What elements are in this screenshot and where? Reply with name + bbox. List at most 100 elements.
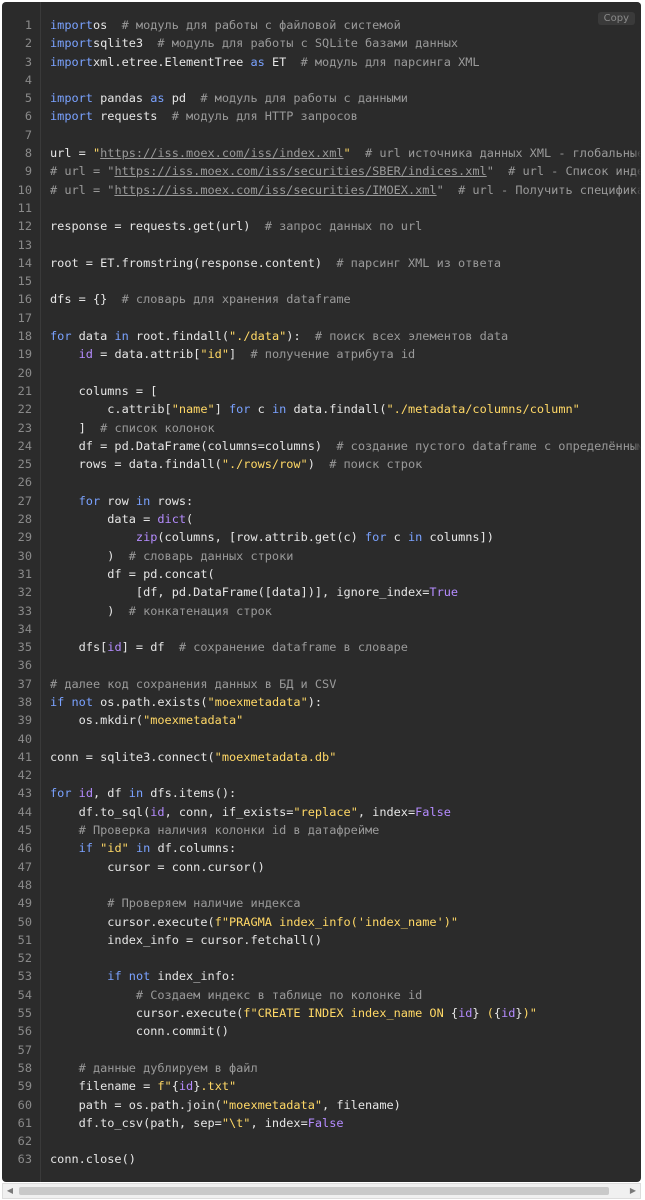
code-token: "./metadata/columns/column" xyxy=(386,402,580,417)
code-token: { xyxy=(450,1006,459,1021)
code-text: ] # список колонок xyxy=(50,419,215,437)
line-number: 60 xyxy=(17,1097,32,1112)
code-token: " # url - Список индексов xyxy=(486,164,641,179)
code-token: cursor.execute( xyxy=(50,914,215,929)
code-token: import xyxy=(50,109,93,124)
line-number: 57 xyxy=(17,1042,32,1057)
code-token: # Проверка наличия колонки id в датафрей… xyxy=(78,823,380,838)
code-token: ( xyxy=(479,1006,494,1021)
code-token: df.to_csv(path, sep= xyxy=(50,1115,222,1130)
code-token: )" xyxy=(522,1006,537,1021)
code-token[interactable]: https://iss.moex.com/iss/securities/IMOE… xyxy=(114,183,436,197)
code-text: conn.commit() xyxy=(50,1022,229,1040)
code-text: id = data.attrib["id"] # получение атриб… xyxy=(50,345,416,363)
line-number: 55 xyxy=(17,1006,32,1021)
code-text: ) # конкатенация строк xyxy=(50,602,272,620)
code-token: data.findall( xyxy=(286,402,387,417)
code-lines: 1 importos # модуль для работы с файловой… xyxy=(2,16,641,1169)
code-token: "moexmetadata" xyxy=(207,694,308,709)
code-token: # словарь для хранения dataframe xyxy=(121,292,351,307)
code-token: conn.commit() xyxy=(50,1024,229,1039)
code-token: if xyxy=(107,969,122,984)
line-number: 23 xyxy=(17,420,32,435)
code-line: 15 xyxy=(2,272,641,290)
line-number: 37 xyxy=(17,676,32,691)
code-token: ): xyxy=(286,329,315,344)
line-number: 10 xyxy=(17,182,32,197)
code-token: ] xyxy=(50,420,101,435)
code-text: import pandas as pd # модуль для работы … xyxy=(50,89,408,107)
code-text: conn = sqlite3.connect("moexmetadata.db" xyxy=(50,748,336,766)
code-token: "./data" xyxy=(229,329,287,344)
code-text: dfs = {} # словарь для хранения datafram… xyxy=(50,290,351,308)
line-number: 43 xyxy=(17,786,32,801)
code-line: 37 # далее код сохранения данных в БД и C… xyxy=(2,675,641,693)
code-token: "moexmetadata" xyxy=(143,713,244,728)
line-number: 53 xyxy=(17,969,32,984)
code-line: 22 c.attrib["name"] for c in data.findal… xyxy=(2,400,641,418)
code-token: root.findall( xyxy=(128,329,229,344)
code-token: # url = " xyxy=(50,182,115,197)
code-token: ) xyxy=(50,548,129,563)
line-number: 13 xyxy=(17,237,32,252)
code-token: .txt" xyxy=(200,1079,237,1094)
line-number: 30 xyxy=(17,548,32,563)
code-token: # модуль для работы с SQLite базами данн… xyxy=(157,36,459,51)
code-line: 33 ) # конкатенация строк xyxy=(2,602,641,620)
code-token: "replace" xyxy=(293,804,358,819)
code-token: if xyxy=(78,841,93,856)
code-token: c xyxy=(250,402,272,417)
code-line: 32 [df, pd.DataFrame([data])], ignore_in… xyxy=(2,583,641,601)
line-number: 49 xyxy=(17,896,32,911)
code-token: ) xyxy=(307,457,330,472)
code-text: conn.close() xyxy=(50,1150,136,1168)
code-line: 24 df = pd.DataFrame(columns=columns) # … xyxy=(2,437,641,455)
code-line: 63 conn.close() xyxy=(2,1150,641,1168)
code-token: path = os.path.join( xyxy=(50,1097,222,1112)
code-token[interactable]: https://iss.moex.com/iss/securities/SBER… xyxy=(114,164,486,178)
line-number: 32 xyxy=(17,585,32,600)
horizontal-scrollbar[interactable]: ◀ ▶ xyxy=(2,1183,641,1199)
code-line: 47 cursor = conn.cursor() xyxy=(2,858,641,876)
code-line: 35 dfs[id] = df # сохранение dataframe в… xyxy=(2,638,641,656)
code-token: conn.close() xyxy=(50,1152,136,1167)
code-token: as xyxy=(150,91,165,106)
code-token: , index= xyxy=(250,1115,308,1130)
code-token: True xyxy=(429,585,459,600)
code-line: 53 if not index_info: xyxy=(2,967,641,985)
code-token: cursor.execute( xyxy=(50,1006,244,1021)
code-token: # url = " xyxy=(50,164,115,179)
line-number: 39 xyxy=(17,713,32,728)
code-token: " xyxy=(343,146,351,161)
code-token: for xyxy=(365,530,387,545)
code-line: 28 data = dict( xyxy=(2,510,641,528)
code-token: "name" xyxy=(171,402,215,417)
line-number: 8 xyxy=(24,146,32,161)
code-text: # Создаем индекс в таблице по колонке id xyxy=(50,986,422,1004)
code-line: 14 root = ET.fromstring(response.content)… xyxy=(2,254,641,272)
copy-button[interactable]: Copy xyxy=(597,12,635,25)
scroll-right-icon[interactable]: ▶ xyxy=(628,1186,638,1196)
scrollbar-thumb[interactable] xyxy=(19,1187,609,1195)
code-token: # модуль для работы с данными xyxy=(200,91,408,106)
line-number: 35 xyxy=(17,640,32,655)
line-number: 52 xyxy=(17,951,32,966)
code-token: root = ET.fromstring(response.content) xyxy=(50,255,337,270)
code-line: 34 xyxy=(2,620,641,638)
line-number: 44 xyxy=(17,804,32,819)
code-token: os xyxy=(92,18,108,32)
code-token: { xyxy=(493,1006,502,1021)
line-number: 9 xyxy=(24,164,32,179)
code-line: 56 conn.commit() xyxy=(2,1022,641,1040)
code-text: filename = f"{id}.txt" xyxy=(50,1077,237,1095)
line-number: 42 xyxy=(17,768,32,783)
code-line: 58 # данные дублируем в файл xyxy=(2,1059,641,1077)
scroll-left-icon[interactable]: ◀ xyxy=(5,1186,15,1196)
code-line: 27 for row in rows: xyxy=(2,492,641,510)
code-token[interactable]: https://iss.moex.com/iss/index.xml xyxy=(100,146,343,160)
code-text: import requests # модуль для HTTP запрос… xyxy=(50,107,358,125)
code-token: requests xyxy=(92,109,172,124)
code-token: # список колонок xyxy=(100,420,215,435)
code-token: import xyxy=(50,36,93,51)
